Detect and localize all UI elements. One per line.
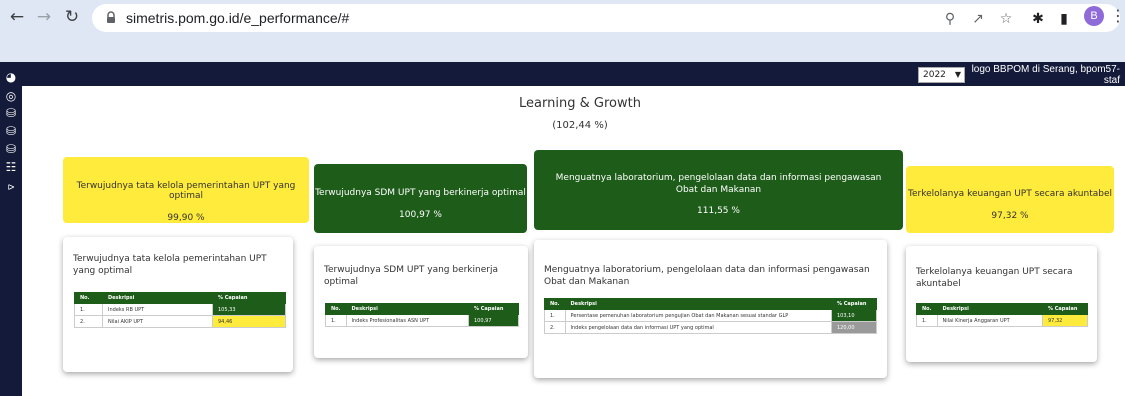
sitemap-icon[interactable]: ☷ xyxy=(4,160,18,174)
database-icon[interactable]: ⛁ xyxy=(4,142,18,156)
header-no: No. xyxy=(544,298,566,310)
kpi-keuangan[interactable]: Terkelolanya keuangan UPT secara akuntab… xyxy=(906,166,1114,233)
table-row: 1. Indeks RB UPT 105,33 xyxy=(74,303,286,316)
kpi-tata-kelola[interactable]: Terwujudnya tata kelola pemerintahan UPT… xyxy=(63,157,309,223)
year-select[interactable]: 2022 ▼ xyxy=(918,67,965,83)
detail-table: No. Deskripsi % Capaian 1. Persentase pe… xyxy=(544,298,877,334)
extensions-icon[interactable]: ✱ xyxy=(1028,9,1048,29)
back-icon[interactable]: ← xyxy=(6,6,28,28)
header-capaian: % Capaian xyxy=(468,303,519,315)
card-title: Terkelolanya keuangan UPT secara akuntab… xyxy=(916,267,1073,289)
detail-card-keuangan: Terkelolanya keuangan UPT secara akuntab… xyxy=(906,246,1097,362)
detail-card-sdm: Terwujudnya SDM UPT yang berkinerja opti… xyxy=(314,246,528,358)
header-no: No. xyxy=(325,303,347,315)
chevron-down-icon: ▼ xyxy=(954,70,961,79)
detail-table: No. Deskripsi % Capaian 1. Indeks Profes… xyxy=(325,303,519,327)
bookmark-strip xyxy=(0,36,1125,62)
header-no: No. xyxy=(916,303,938,315)
header-deskripsi: Deskripsi xyxy=(936,303,1044,315)
card-title: Menguatnya laboratorium, pengelolaan dat… xyxy=(544,265,870,287)
detail-card-tata-kelola: Terwujudnya tata kelola pemerintahan UPT… xyxy=(63,237,293,372)
app-sidebar: ◕ ◎ ⛁ ⛁ ⛁ ☷ ⪧ xyxy=(0,62,22,396)
header-capaian: % Capaian xyxy=(1042,303,1088,315)
detail-card-laboratorium: Menguatnya laboratorium, pengelolaan dat… xyxy=(534,240,887,378)
card-title: Terwujudnya SDM UPT yang berkinerja opti… xyxy=(324,265,498,287)
side-panel-icon[interactable]: ▮ xyxy=(1054,9,1074,29)
share-nodes-icon[interactable]: ⪧ xyxy=(4,179,18,193)
reload-icon[interactable]: ↻ xyxy=(61,6,83,28)
page-title: Learning & Growth xyxy=(519,96,641,111)
table-row: 2. Nilai AKIP UPT 94,46 xyxy=(74,315,286,328)
table-row: 1. Indeks Profesionalitas ASN UPT 100,97 xyxy=(325,314,519,327)
target-icon[interactable]: ◎ xyxy=(4,89,18,103)
database-icon[interactable]: ⛁ xyxy=(4,124,18,138)
star-icon[interactable]: ☆ xyxy=(996,9,1016,29)
forward-icon[interactable]: → xyxy=(33,6,55,28)
dashboard-icon[interactable]: ◕ xyxy=(4,70,18,84)
database-icon[interactable]: ⛁ xyxy=(4,106,18,120)
browser-toolbar: ← → ↻ simetris.pom.go.id/e_performance/#… xyxy=(0,0,1125,36)
address-bar[interactable]: simetris.pom.go.id/e_performance/# ⚲ ↗ ☆… xyxy=(92,4,1120,32)
detail-table: No. Deskripsi % Capaian 1. Nilai Kinerja… xyxy=(916,303,1088,327)
profile-avatar[interactable]: B xyxy=(1084,6,1104,26)
page-percentage: (102,44 %) xyxy=(552,120,608,131)
more-menu-icon[interactable]: ⋮ xyxy=(1110,6,1125,25)
logo-broken-image: logo BBPOM di Serang, bpom57-staf xyxy=(971,64,1120,86)
url-text[interactable]: simetris.pom.go.id/e_performance/# xyxy=(126,10,349,26)
zoom-icon[interactable]: ⚲ xyxy=(940,9,960,29)
header-deskripsi: Deskripsi xyxy=(102,292,213,304)
kpi-laboratorium[interactable]: Menguatnya laboratorium, pengelolaan dat… xyxy=(534,150,903,230)
header-deskripsi: Deskripsi xyxy=(345,303,470,315)
kpi-sdm[interactable]: Terwujudnya SDM UPT yang berkinerja opti… xyxy=(314,164,527,233)
table-row: 1. Nilai Kinerja Anggaran UPT 97,32 xyxy=(916,314,1088,327)
share-icon[interactable]: ↗ xyxy=(968,9,988,29)
table-row: 2. Indeks pengelolaan data dan informasi… xyxy=(544,321,877,334)
table-row: 1. Persentase pemenuhan laboratorium pen… xyxy=(544,309,877,322)
card-title: Terwujudnya tata kelola pemerintahan UPT… xyxy=(73,254,267,276)
lock-icon xyxy=(107,11,115,23)
detail-table: No. Deskripsi % Capaian 1. Indeks RB UPT… xyxy=(74,292,286,328)
header-deskripsi: Deskripsi xyxy=(564,298,833,310)
header-capaian: % Capaian xyxy=(212,292,286,304)
header-no: No. xyxy=(74,292,103,304)
header-capaian: % Capaian xyxy=(831,298,877,310)
